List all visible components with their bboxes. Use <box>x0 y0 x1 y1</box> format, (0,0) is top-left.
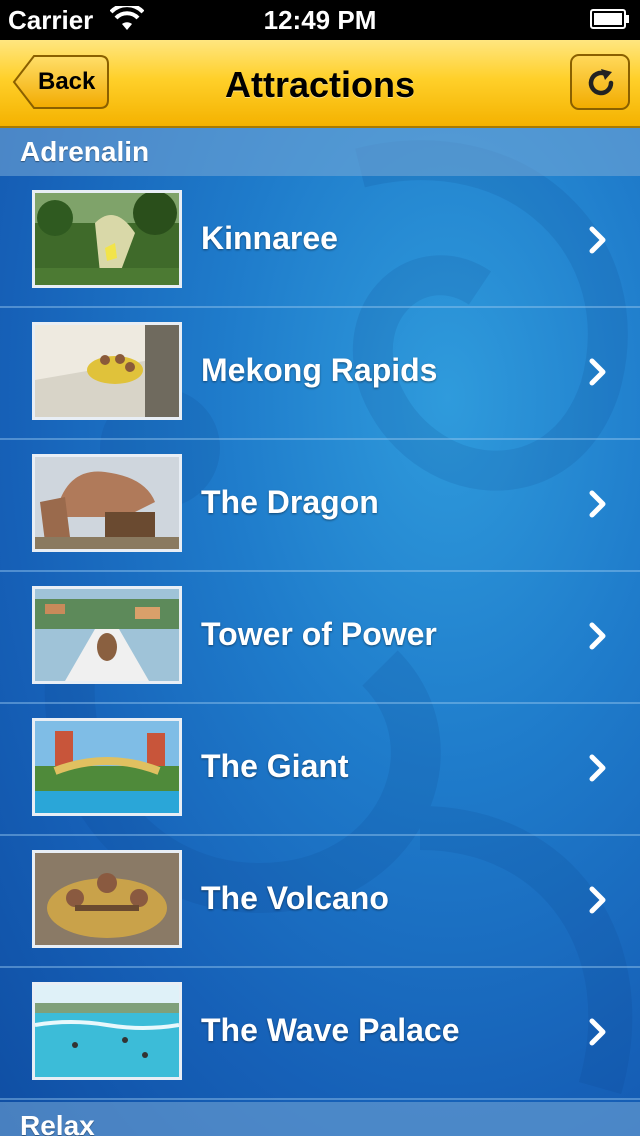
refresh-button[interactable] <box>570 54 630 110</box>
attraction-label: Tower of Power <box>201 616 437 652</box>
list-item[interactable]: The Giant <box>0 704 640 836</box>
attraction-thumbnail <box>32 190 182 288</box>
attraction-label: The Volcano <box>201 880 389 916</box>
attraction-label: Mekong Rapids <box>201 352 438 388</box>
section-header-relax: Relax <box>0 1102 640 1136</box>
status-time: 12:49 PM <box>263 5 377 35</box>
list-item[interactable]: Kinnaree <box>0 176 640 308</box>
attraction-thumbnail <box>32 586 182 684</box>
chevron-right-icon <box>589 622 606 650</box>
attraction-label: The Giant <box>201 748 349 784</box>
chevron-right-icon <box>589 1018 606 1046</box>
list-item[interactable]: Mekong Rapids <box>0 308 640 440</box>
attraction-label: The Wave Palace <box>201 1012 460 1048</box>
list-item[interactable]: The Dragon <box>0 440 640 572</box>
refresh-icon <box>588 69 614 96</box>
attraction-thumbnail <box>32 454 182 552</box>
attractions-list: Kinnaree Mekong Rapids The Dragon Tower … <box>0 176 640 1100</box>
section-header-adrenalin: Adrenalin <box>0 128 640 176</box>
chevron-right-icon <box>589 886 606 914</box>
list-item[interactable]: Tower of Power <box>0 572 640 704</box>
chevron-right-icon <box>589 754 606 782</box>
attraction-thumbnail <box>32 322 182 420</box>
attraction-thumbnail <box>32 850 182 948</box>
status-bar: Carrier 12:49 PM <box>0 0 640 40</box>
attraction-thumbnail <box>32 982 182 1080</box>
battery-icon <box>590 9 629 29</box>
attraction-label: The Dragon <box>201 484 379 520</box>
chevron-right-icon <box>589 226 606 254</box>
list-item[interactable]: The Volcano <box>0 836 640 968</box>
attraction-label: Kinnaree <box>201 220 338 256</box>
navigation-bar: Back Attractions <box>0 40 640 128</box>
page-title: Attractions <box>224 64 416 105</box>
list-item[interactable]: The Wave Palace <box>0 968 640 1100</box>
attraction-thumbnail <box>32 718 182 816</box>
chevron-right-icon <box>589 490 606 518</box>
chevron-right-icon <box>589 358 606 386</box>
